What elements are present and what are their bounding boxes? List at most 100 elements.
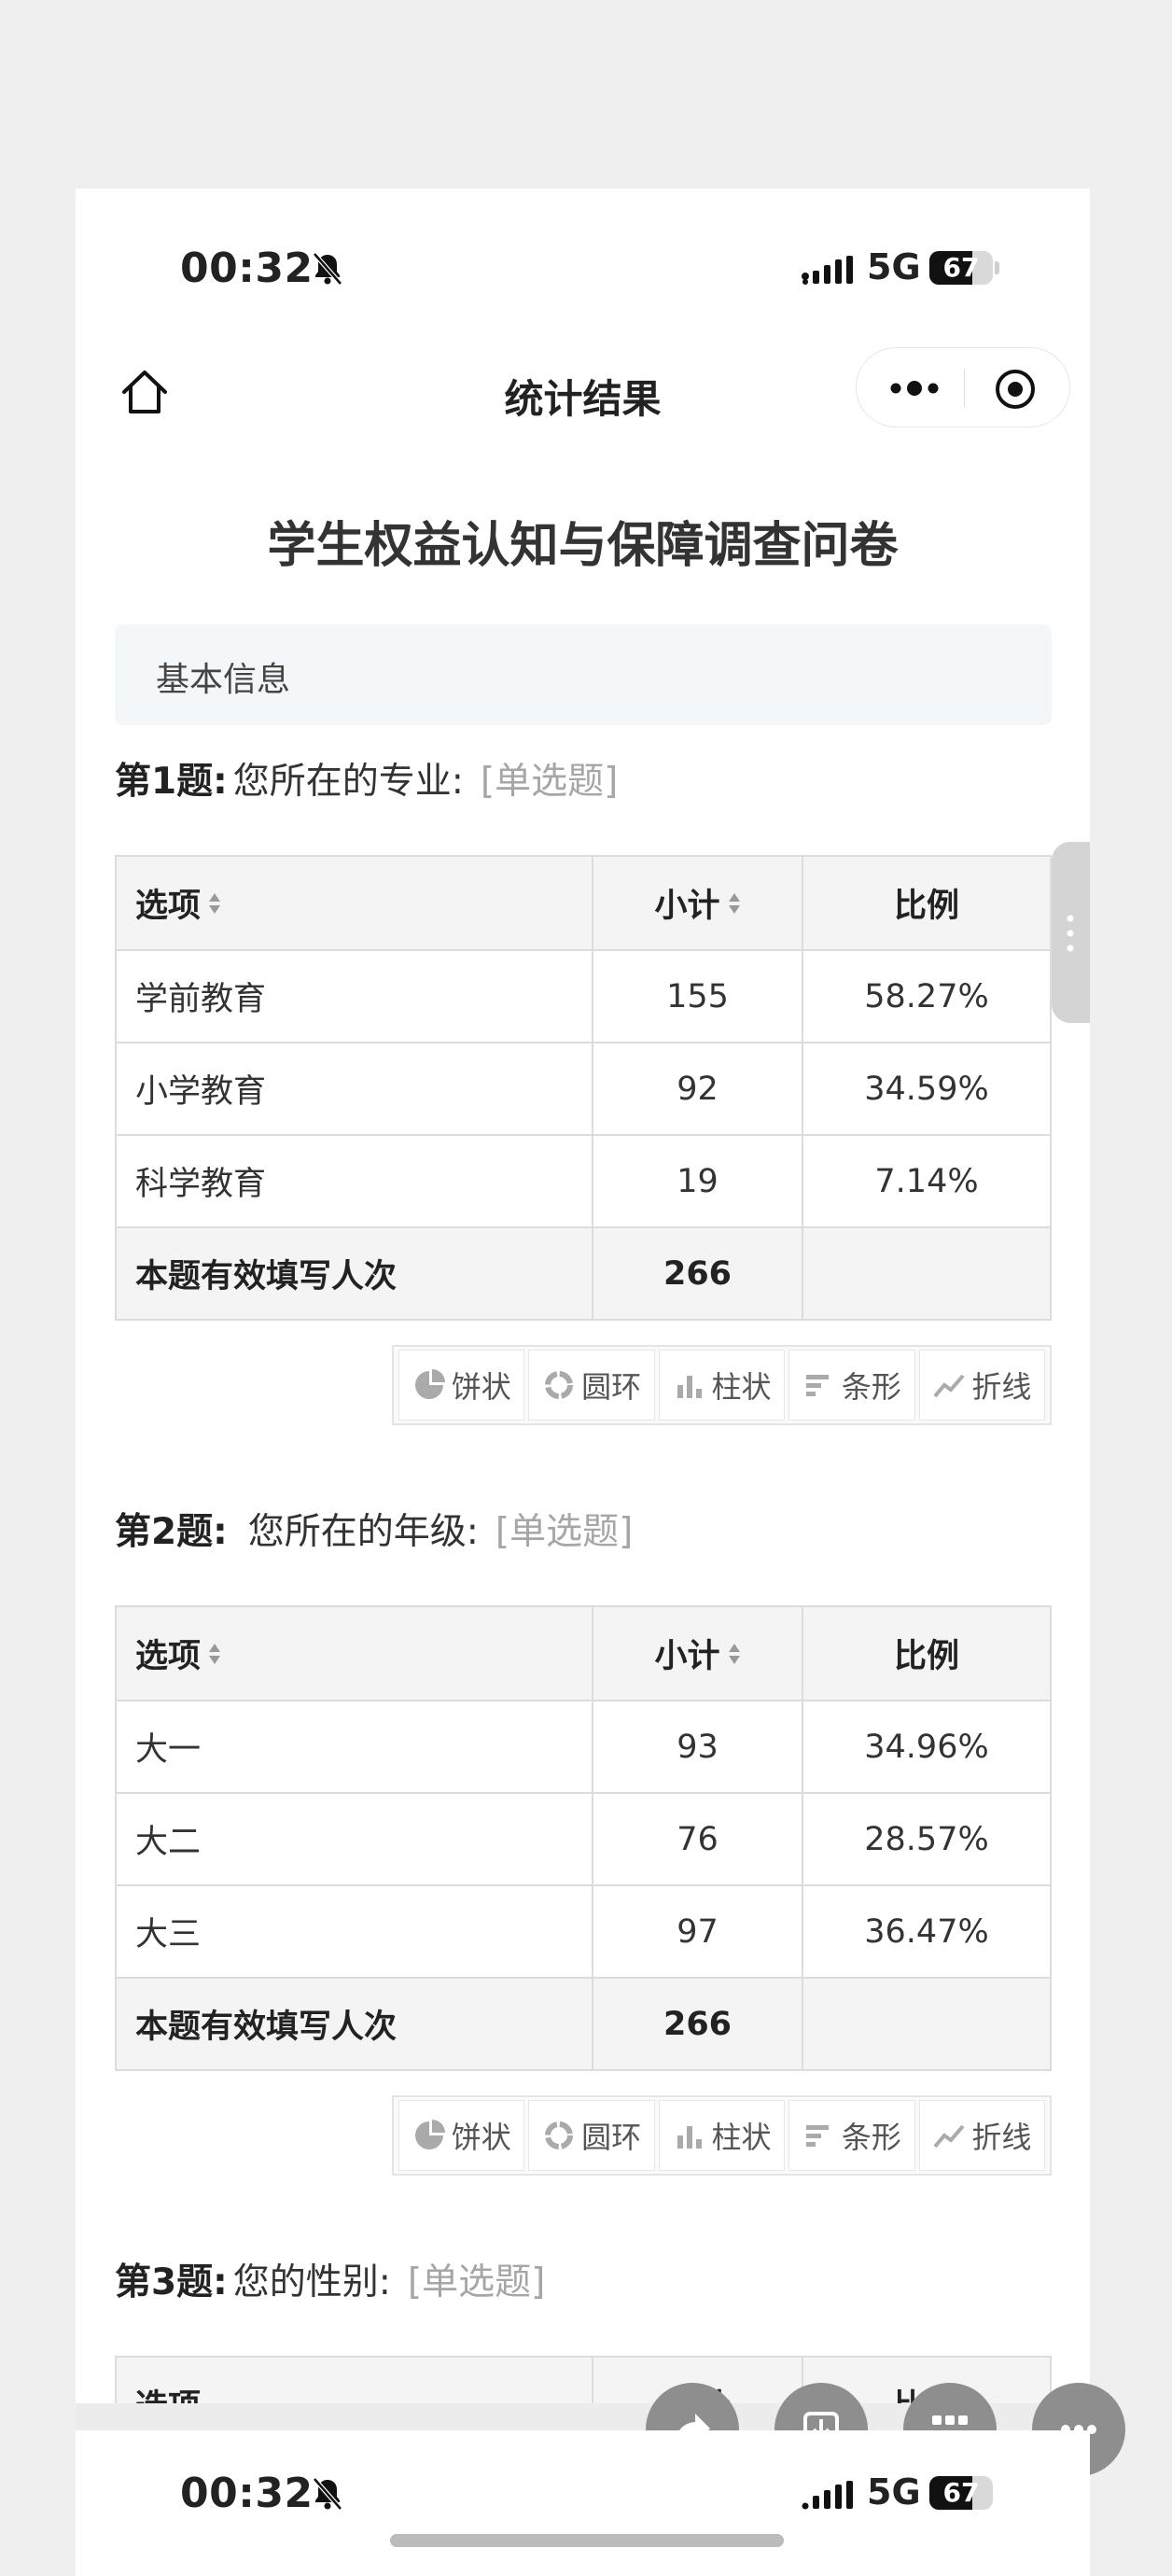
sort-icon[interactable] [208, 1642, 221, 1666]
chart-column-label: 柱状 [711, 2120, 772, 2155]
question-text: 您所在的年级: [247, 1511, 479, 1553]
chart-pie-label: 饼状 [451, 1369, 511, 1405]
chart-line-label: 折线 [971, 2120, 1032, 2155]
cell-option: 大二 [117, 1794, 593, 1884]
sort-icon[interactable] [728, 1642, 741, 1666]
total-empty [803, 1979, 1050, 2069]
donut-chart-icon [545, 1371, 574, 1399]
table-row: 科学教育 19 7.14% [117, 1134, 1050, 1226]
status-time: 00:32 [180, 245, 314, 292]
table-header-row: 选项 小计 比例 [117, 1607, 1050, 1700]
battery-icon: 67 [929, 251, 993, 285]
chart-bar-button[interactable]: 条形 [788, 2100, 915, 2171]
header-count[interactable]: 小计 [593, 1607, 803, 1700]
drag-dots-icon [1067, 915, 1074, 952]
chart-pie-button[interactable]: 饼状 [398, 1350, 525, 1421]
chart-column-label: 柱状 [711, 1369, 772, 1405]
header-option[interactable]: 选项 [117, 857, 593, 949]
pie-chart-icon [414, 1369, 445, 1399]
cell-count: 92 [593, 1043, 803, 1134]
capsule-divider [964, 369, 965, 408]
chart-pie-label: 饼状 [451, 2120, 511, 2155]
signal-icon [802, 2481, 853, 2510]
chart-line-button[interactable]: 折线 [918, 1350, 1046, 1421]
chart-donut-label: 圆环 [581, 1369, 642, 1405]
phone-screen: 00:32 5G 67 统计结果 学生权益认知与保障调查问卷 基本信息 第1题:… [76, 189, 1090, 2429]
bell-muted-icon [313, 252, 342, 286]
cell-option: 科学教育 [117, 1136, 593, 1226]
chart-line-button[interactable]: 折线 [918, 2100, 1046, 2171]
table-row: 大一 93 34.96% [117, 1700, 1050, 1792]
chart-bar-label: 条形 [841, 1369, 901, 1405]
battery-tip [995, 261, 999, 274]
cell-ratio: 34.96% [864, 1728, 989, 1766]
cell-option: 大一 [117, 1701, 593, 1792]
line-chart-icon [933, 2124, 965, 2149]
total-value: 266 [593, 1228, 803, 1319]
more-dots-icon[interactable] [885, 365, 944, 412]
question-1-title: 第1题: 您所在的专业: [单选题] [115, 752, 618, 805]
table-total-row: 本题有效填写人次 266 [117, 1977, 1050, 2069]
header-count-label: 小计 [654, 888, 720, 925]
question-1-chart-buttons: 饼状 圆环 柱状 条形 折线 [392, 1345, 1052, 1425]
table-row: 大三 97 36.47% [117, 1884, 1050, 1977]
question-type: [单选题] [407, 2261, 546, 2303]
target-close-icon[interactable] [993, 367, 1038, 412]
question-2-title: 第2题: 您所在的年级: [单选题] [115, 1503, 633, 1555]
cell-ratio: 58.27% [864, 977, 989, 1015]
navbar: 统计结果 [76, 347, 1090, 431]
chart-bar-button[interactable]: 条形 [788, 1350, 915, 1421]
question-number: 第2题: [115, 1511, 228, 1553]
cell-count: 97 [593, 1886, 803, 1977]
home-indicator[interactable] [390, 2534, 784, 2547]
total-value: 266 [593, 1979, 803, 2069]
cell-count: 93 [593, 1701, 803, 1792]
bar-chart-icon [805, 1375, 829, 1396]
header-option-label: 选项 [135, 888, 202, 925]
question-1-table: 选项 小计 比例 学前教育 155 58.27% 小学教育 92 34.59% … [115, 855, 1052, 1321]
cell-count: 19 [593, 1136, 803, 1226]
chart-pie-button[interactable]: 饼状 [398, 2100, 525, 2171]
column-chart-icon [677, 2126, 702, 2149]
chart-donut-button[interactable]: 圆环 [528, 1350, 655, 1421]
question-text: 您的性别: [232, 2261, 391, 2303]
question-text: 您所在的专业: [232, 761, 464, 803]
chart-column-button[interactable]: 柱状 [658, 2100, 786, 2171]
pie-chart-icon [414, 2120, 445, 2149]
table-total-row: 本题有效填写人次 266 [117, 1226, 1050, 1319]
network-type: 5G [867, 246, 921, 287]
question-number: 第3题: [115, 2261, 228, 2303]
cell-option: 大三 [117, 1886, 593, 1977]
cell-count: 76 [593, 1794, 803, 1884]
cell-option: 小学教育 [117, 1043, 593, 1134]
cell-count: 155 [593, 951, 803, 1042]
header-count[interactable]: 小计 [593, 857, 803, 949]
table-row: 小学教育 92 34.59% [117, 1042, 1050, 1134]
header-count-label: 小计 [654, 1638, 720, 1675]
status-time: 00:32 [180, 2470, 314, 2517]
chart-bar-label: 条形 [841, 2120, 901, 2155]
header-option[interactable]: 选项 [117, 1607, 593, 1700]
signal-icon [802, 256, 853, 285]
question-type: [单选题] [495, 1511, 634, 1553]
chart-donut-button[interactable]: 圆环 [528, 2100, 655, 2171]
cell-ratio: 7.14% [874, 1162, 979, 1200]
question-number: 第1题: [115, 761, 228, 803]
chart-column-button[interactable]: 柱状 [658, 1350, 786, 1421]
bar-chart-icon [805, 2125, 829, 2147]
side-scroll-handle[interactable] [1052, 842, 1090, 1023]
total-label: 本题有效填写人次 [117, 1228, 593, 1319]
battery-icon: 67 [929, 2476, 993, 2510]
question-2-chart-buttons: 饼状 圆环 柱状 条形 折线 [392, 2095, 1052, 2176]
total-label: 本题有效填写人次 [117, 1979, 593, 2069]
chart-line-label: 折线 [971, 1369, 1032, 1405]
sort-icon[interactable] [208, 891, 221, 916]
battery-level: 67 [942, 2477, 980, 2508]
section-label: 基本信息 [156, 661, 291, 699]
cell-ratio: 36.47% [864, 1912, 989, 1951]
question-2-table: 选项 小计 比例 大一 93 34.96% 大二 76 28.57% 大三 97… [115, 1605, 1052, 2071]
question-type: [单选题] [480, 761, 619, 803]
cell-ratio: 34.59% [864, 1070, 989, 1108]
sort-icon[interactable] [728, 891, 741, 916]
donut-chart-icon [545, 2121, 574, 2149]
